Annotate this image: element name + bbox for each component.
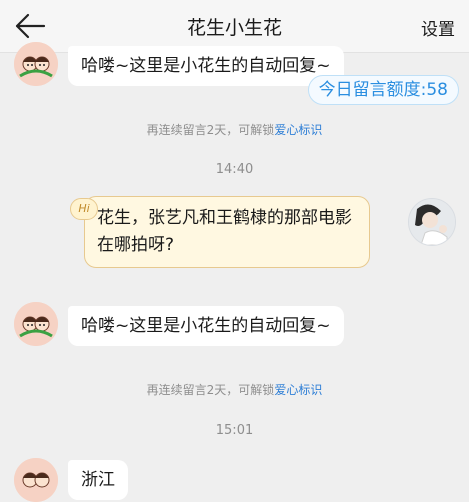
heart-badge-link[interactable]: 爱心标识 [274, 383, 322, 397]
bot-reply-bubble[interactable]: 浙江 [68, 460, 128, 500]
unlock-notice-text: 再连续留言2天，可解锁 [146, 383, 275, 397]
hi-badge: Hi [70, 198, 98, 220]
unlock-notice: 再连续留言2天，可解锁爱心标识 [0, 381, 469, 398]
user-message-bubble[interactable]: 花生，张艺凡和王鹤棣的那部电影在哪拍呀? [84, 196, 370, 268]
settings-button[interactable]: 设置 [421, 15, 455, 40]
back-arrow-icon[interactable] [14, 13, 46, 39]
bot-avatar[interactable] [14, 458, 58, 502]
bot-avatar[interactable] [14, 42, 58, 86]
bot-reply-text: 哈喽~这里是小花生的自动回复~ [81, 56, 331, 76]
unlock-notice-text: 再连续留言2天，可解锁 [146, 123, 275, 137]
bot-reply-text: 浙江 [81, 470, 115, 490]
user-message-text: 花生，张艺凡和王鹤棣的那部电影在哪拍呀? [97, 208, 352, 255]
unlock-notice: 再连续留言2天，可解锁爱心标识 [0, 121, 469, 138]
timestamp: 15:01 [215, 423, 254, 438]
bot-reply-bubble[interactable]: 哈喽~这里是小花生的自动回复~ [68, 306, 344, 346]
timestamp: 14:40 [215, 162, 254, 177]
user-avatar[interactable] [408, 198, 456, 246]
bot-reply-text: 哈喽~这里是小花生的自动回复~ [81, 316, 331, 336]
bot-avatar[interactable] [14, 302, 58, 346]
heart-badge-link[interactable]: 爱心标识 [274, 123, 322, 137]
page-title: 花生小生花 [186, 16, 282, 39]
bot-reply-bubble[interactable]: 哈喽~这里是小花生的自动回复~ [68, 46, 344, 86]
daily-quota-badge: 今日留言额度:58 [307, 75, 459, 105]
